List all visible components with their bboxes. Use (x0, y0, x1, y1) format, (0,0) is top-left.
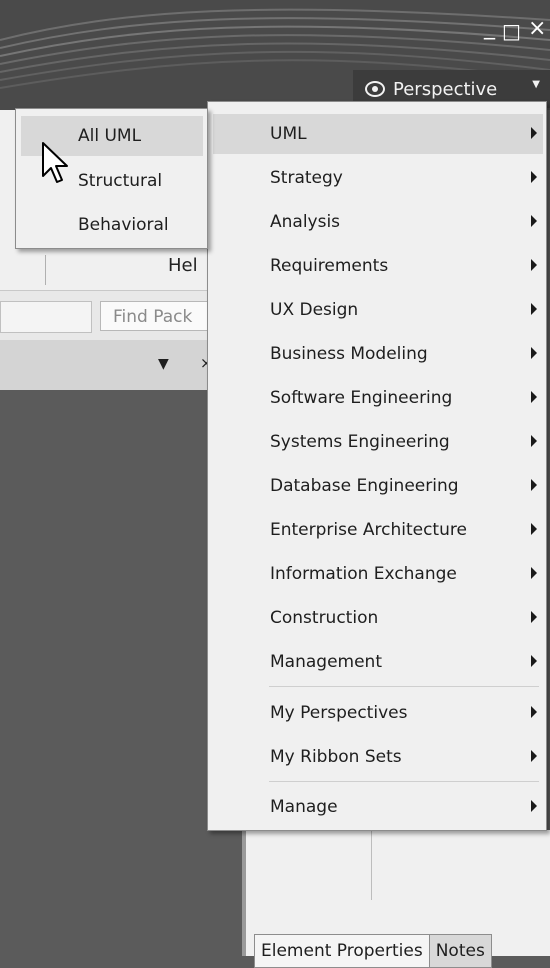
menu-item-label: UX Design (270, 300, 359, 320)
search-field[interactable] (0, 301, 92, 333)
find-packages-input[interactable]: Find Pack (100, 301, 210, 331)
help-tab[interactable]: Hel (168, 255, 198, 276)
dropdown-arrow-icon[interactable]: ▼ (158, 356, 169, 372)
menu-item-management[interactable]: Management (213, 642, 543, 682)
submenu-arrow-icon (531, 706, 537, 718)
menu-item-label: Software Engineering (270, 388, 453, 408)
menu-item-label: UML (270, 124, 307, 144)
submenu-arrow-icon (531, 750, 537, 762)
eye-icon (365, 81, 385, 97)
menu-item-information-exchange[interactable]: Information Exchange (213, 554, 543, 594)
submenu-arrow-icon (531, 127, 537, 139)
submenu-arrow-icon (531, 611, 537, 623)
mouse-cursor-icon (42, 142, 68, 183)
submenu-item-label: Behavioral (78, 215, 169, 235)
menu-item-uml[interactable]: UML (213, 114, 543, 154)
menu-item-my-perspectives[interactable]: My Perspectives (213, 693, 543, 733)
menu-item-label: Analysis (270, 212, 341, 232)
perspective-label: Perspective (393, 78, 498, 100)
submenu-arrow-icon (531, 391, 537, 403)
submenu-arrow-icon (531, 479, 537, 491)
menu-item-label: Business Modeling (270, 344, 428, 364)
menu-separator (269, 781, 539, 782)
menu-item-ux-design[interactable]: UX Design (213, 290, 543, 330)
menu-item-label: Database Engineering (270, 476, 459, 496)
submenu-item-label: All UML (78, 126, 142, 146)
title-bar: _ □ × Perspective ▼ (0, 0, 550, 110)
menu-item-label: Manage (270, 797, 338, 817)
tab-element-properties[interactable]: Element Properties (254, 934, 430, 968)
menu-item-software-engineering[interactable]: Software Engineering (213, 378, 543, 418)
search-row: Find Pack (0, 290, 210, 341)
submenu-arrow-icon (531, 655, 537, 667)
submenu-arrow-icon (531, 800, 537, 812)
menu-item-label: My Perspectives (270, 703, 408, 723)
menu-item-construction[interactable]: Construction (213, 598, 543, 638)
caret-down-icon: ▼ (532, 78, 540, 90)
menu-item-label: Information Exchange (270, 564, 457, 584)
menu-item-label: Enterprise Architecture (270, 520, 467, 540)
menu-item-label: Strategy (270, 168, 343, 188)
panel-divider (371, 830, 372, 900)
close-icon[interactable]: × (528, 18, 546, 40)
ribbon-divider (45, 255, 46, 285)
properties-panel: Element Properties Notes (242, 830, 550, 968)
menu-item-manage[interactable]: Manage (213, 787, 543, 827)
submenu-item-label: Structural (78, 171, 163, 191)
submenu-arrow-icon (531, 215, 537, 227)
menu-item-enterprise-architecture[interactable]: Enterprise Architecture (213, 510, 543, 550)
menu-item-label: My Ribbon Sets (270, 747, 402, 767)
panel-header: ▼ × (0, 340, 213, 390)
menu-item-database-engineering[interactable]: Database Engineering (213, 466, 543, 506)
menu-item-systems-engineering[interactable]: Systems Engineering (213, 422, 543, 462)
menu-item-business-modeling[interactable]: Business Modeling (213, 334, 543, 374)
submenu-item-behavioral[interactable]: Behavioral (21, 205, 203, 245)
panel-tabs: Element Properties Notes (254, 934, 492, 968)
submenu-arrow-icon (531, 171, 537, 183)
submenu-arrow-icon (531, 435, 537, 447)
menu-separator (269, 686, 539, 687)
menu-item-strategy[interactable]: Strategy (213, 158, 543, 198)
submenu-arrow-icon (531, 259, 537, 271)
submenu-arrow-icon (531, 567, 537, 579)
submenu-arrow-icon (531, 303, 537, 315)
submenu-arrow-icon (531, 523, 537, 535)
perspective-menu: UML Strategy Analysis Requirements UX De… (207, 101, 547, 831)
menu-item-label: Construction (270, 608, 379, 628)
menu-item-analysis[interactable]: Analysis (213, 202, 543, 242)
menu-item-label: Requirements (270, 256, 389, 276)
menu-item-label: Management (270, 652, 382, 672)
menu-item-my-ribbon-sets[interactable]: My Ribbon Sets (213, 737, 543, 777)
submenu-arrow-icon (531, 347, 537, 359)
menu-item-label: Systems Engineering (270, 432, 450, 452)
minimize-icon[interactable]: _ (484, 17, 495, 39)
tab-notes[interactable]: Notes (429, 934, 492, 968)
menu-item-requirements[interactable]: Requirements (213, 246, 543, 286)
maximize-icon[interactable]: □ (502, 20, 521, 42)
